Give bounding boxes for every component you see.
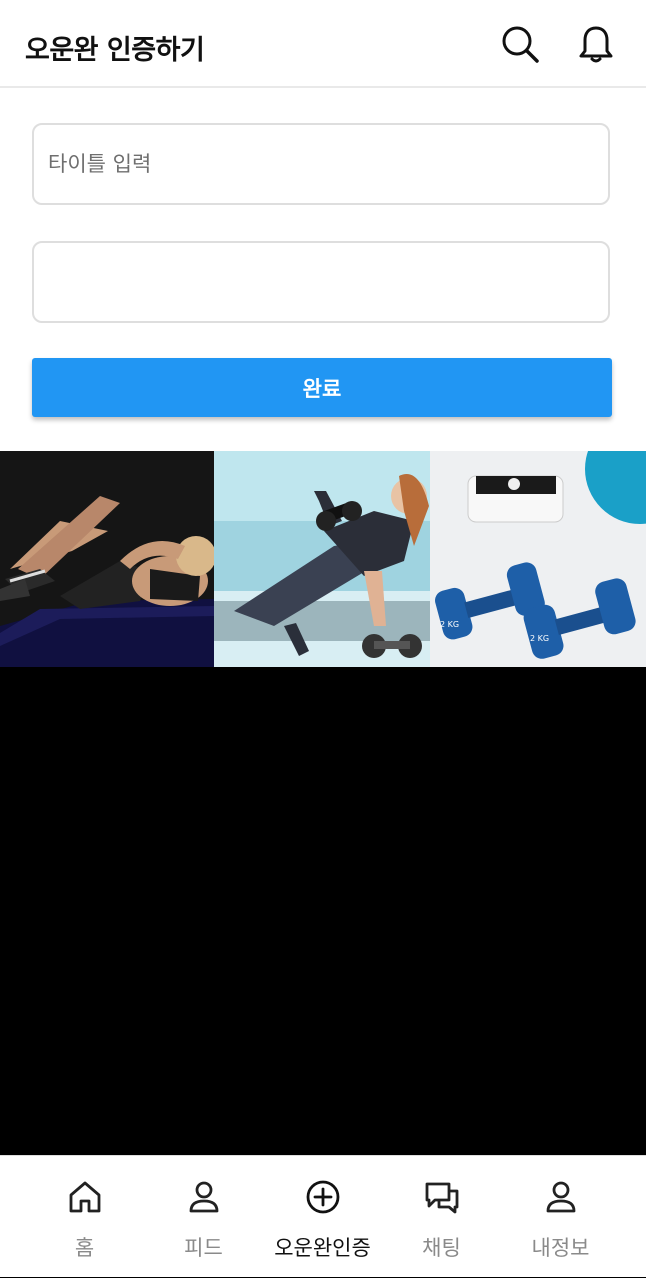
plus-circle-icon: [304, 1178, 342, 1216]
tab-label: 채팅: [422, 1236, 461, 1260]
dumbbell-weight-label-1: 2 KG: [440, 620, 459, 629]
submit-button[interactable]: 완료: [32, 358, 612, 417]
tab-label: 홈: [74, 1236, 95, 1260]
tab-my-info[interactable]: 내정보: [496, 1156, 625, 1278]
workout-photo-crunches[interactable]: [0, 451, 214, 667]
tab-label: 피드: [184, 1236, 223, 1260]
tab-workout-verify[interactable]: 오운완인증: [258, 1156, 387, 1278]
tab-label: 오운완인증: [274, 1236, 371, 1260]
tab-home[interactable]: 홈: [20, 1156, 149, 1278]
workout-photo-dumbbell-row[interactable]: [214, 451, 430, 667]
dumbbells-photo[interactable]: 2 KG 2 KG: [430, 451, 646, 667]
photo-gallery: 2 KG 2 KG: [0, 451, 646, 667]
tab-feed[interactable]: 피드: [139, 1156, 268, 1278]
person-icon: [185, 1178, 223, 1216]
post-form: 완료: [0, 88, 646, 451]
page-title: 오운완 인증하기: [25, 35, 205, 66]
home-icon: [66, 1178, 104, 1216]
tab-label: 내정보: [531, 1236, 590, 1260]
bottom-tab-bar: 홈 피드 오운완인증 채팅 내정보: [0, 1155, 646, 1277]
chat-icon: [423, 1178, 461, 1216]
tab-chat[interactable]: 채팅: [377, 1156, 506, 1278]
title-input[interactable]: [32, 123, 610, 205]
app-header: 오운완 인증하기: [0, 0, 646, 88]
person-icon: [542, 1178, 580, 1216]
search-icon[interactable]: [500, 24, 540, 64]
bell-icon[interactable]: [576, 24, 616, 64]
dumbbell-weight-label-2: 2 KG: [530, 634, 549, 643]
content-input[interactable]: [32, 241, 610, 323]
